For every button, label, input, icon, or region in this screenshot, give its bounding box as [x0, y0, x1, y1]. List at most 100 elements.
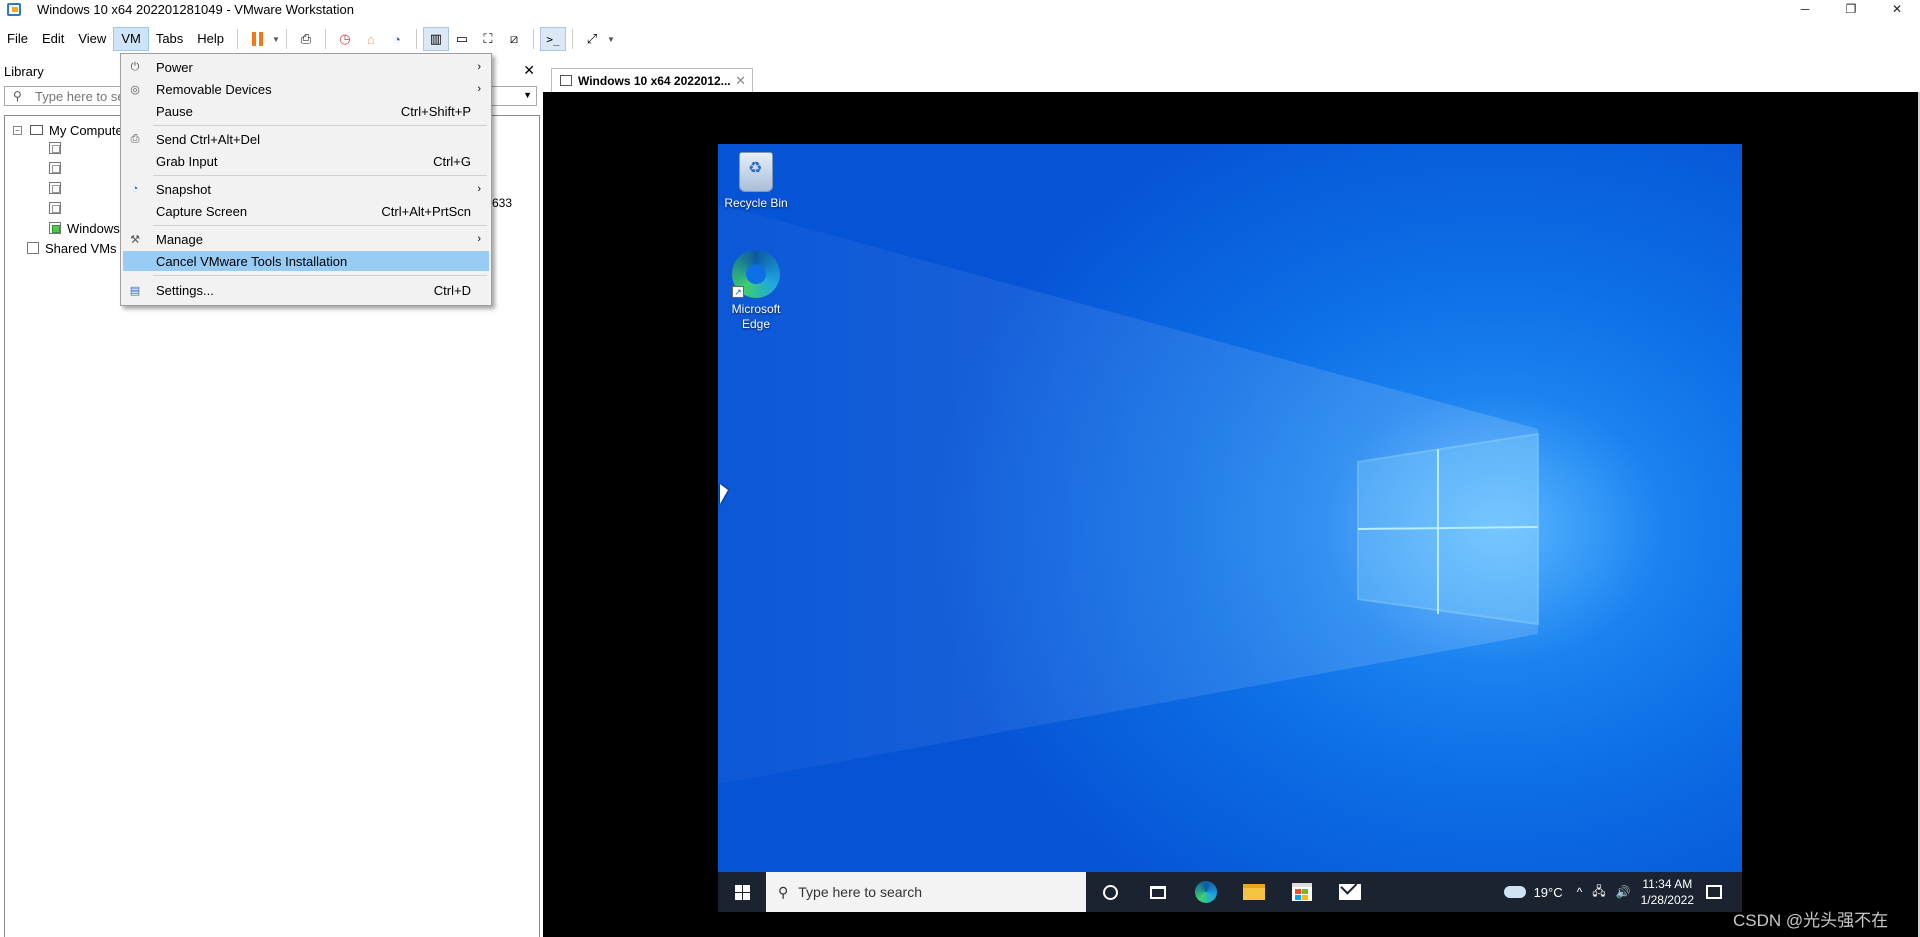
store-button[interactable] — [1278, 872, 1326, 912]
weather-cloud-icon[interactable] — [1503, 886, 1526, 898]
edge-icon: ↗ — [732, 250, 780, 298]
vm-menu-grab-input[interactable]: Grab Input Ctrl+G — [123, 151, 489, 171]
toolbar-separator — [285, 29, 287, 49]
vm-icon — [49, 162, 61, 174]
mouse-cursor-icon — [720, 484, 728, 504]
task-view-icon — [1150, 885, 1166, 899]
submenu-arrow-icon: › — [477, 183, 481, 195]
tree-item-my-computer[interactable]: − My Computer — [13, 121, 127, 139]
vm-menu-send-ctrl-alt-del[interactable]: ⎙ Send Ctrl+Alt+Del — [123, 129, 489, 149]
tree-item-vm[interactable] — [49, 139, 67, 157]
recycle-bin-label: Recycle Bin — [724, 196, 788, 210]
restore-button[interactable]: ❐ — [1828, 0, 1874, 18]
tree-item-label: Shared VMs — [45, 240, 117, 256]
vm-tab[interactable]: Windows 10 x64 2022012... ✕ — [551, 68, 753, 92]
mail-button[interactable] — [1326, 872, 1374, 912]
stretch-dropdown-icon[interactable]: ▼ — [607, 35, 615, 44]
menu-file[interactable]: File — [0, 27, 35, 51]
folder-icon — [1243, 884, 1265, 900]
tree-item-shared-vms[interactable]: Shared VMs — [27, 239, 117, 257]
running-vm-icon — [49, 222, 61, 234]
menu-tabs[interactable]: Tabs — [149, 27, 190, 51]
vm-menu-power[interactable]: ⏻ Power › — [123, 57, 489, 77]
snapshot-manager-button[interactable]: ◔ — [384, 27, 410, 51]
recycle-bin-desktop-icon[interactable]: Recycle Bin — [718, 152, 794, 211]
vm-menu-removable-devices[interactable]: ◎ Removable Devices › — [123, 79, 489, 99]
menu-separator — [153, 175, 487, 176]
shortcut-arrow-icon: ↗ — [732, 286, 744, 298]
start-button[interactable] — [718, 872, 766, 912]
edge-desktop-icon[interactable]: ↗ Microsoft Edge — [718, 250, 794, 332]
network-icon[interactable]: 🖧 — [1592, 882, 1605, 903]
close-button[interactable]: ✕ — [1874, 0, 1920, 18]
taskbar-edge-button[interactable] — [1182, 872, 1230, 912]
devices-icon: ◎ — [130, 83, 140, 96]
vm-menu-dropdown: ⏻ Power › ◎ Removable Devices › Pause Ct… — [120, 53, 492, 306]
library-icon: ▥ — [429, 31, 443, 46]
vm-tab-close-icon[interactable]: ✕ — [735, 73, 746, 89]
vm-menu-capture-screen[interactable]: Capture Screen Ctrl+Alt+PrtScn — [123, 201, 489, 221]
search-dropdown-icon[interactable]: ▼ — [523, 90, 532, 100]
fullscreen-icon: ⛶ — [483, 31, 493, 46]
revert-snapshot-button[interactable]: ⌂ — [358, 27, 384, 51]
tree-item-label: My Computer — [49, 122, 128, 138]
snapshot-icon: ◷ — [339, 31, 351, 46]
menu-view[interactable]: View — [71, 27, 113, 51]
truncated-text: 633 — [492, 196, 513, 210]
stretch-icon: ⤢ — [586, 31, 598, 46]
search-icon: ⚲ — [13, 89, 22, 103]
minimize-button[interactable]: ─ — [1782, 0, 1828, 18]
vm-icon — [49, 202, 61, 214]
vm-tab-strip: Windows 10 x64 2022012... ✕ — [543, 58, 1920, 92]
vmware-app-icon[interactable] — [7, 2, 21, 16]
vm-tab-icon — [560, 75, 572, 86]
taskbar-search-box[interactable]: ⚲ Type here to search — [766, 872, 1086, 912]
power-dropdown-icon[interactable]: ▼ — [272, 35, 280, 44]
cortana-button[interactable] — [1086, 872, 1134, 912]
toolbar-separator — [415, 29, 417, 49]
full-screen-button[interactable]: ⛶ — [475, 27, 501, 51]
vm-menu-pause[interactable]: Pause Ctrl+Shift+P — [123, 101, 489, 121]
send-ctrl-alt-del-button[interactable]: ⎙ — [293, 27, 319, 51]
weather-temperature[interactable]: 19°C — [1534, 885, 1563, 900]
tray-chevron-icon[interactable]: ^ — [1577, 885, 1583, 899]
taskbar-clock[interactable]: 11:34 AM 1/28/2022 — [1641, 876, 1694, 908]
vm-menu-settings[interactable]: ▤ Settings... Ctrl+D — [123, 280, 489, 300]
task-view-button[interactable] — [1134, 872, 1182, 912]
tree-item-vm[interactable] — [49, 159, 67, 177]
pause-button[interactable] — [244, 27, 270, 51]
library-close-icon[interactable]: ✕ — [523, 62, 535, 79]
wrench-icon: ⚒ — [130, 233, 140, 246]
file-explorer-button[interactable] — [1230, 872, 1278, 912]
menu-edit[interactable]: Edit — [35, 27, 71, 51]
stretch-guest-button[interactable]: ⤢ — [579, 27, 605, 51]
tree-item-vm[interactable] — [49, 199, 67, 217]
tree-item-vm[interactable] — [49, 179, 67, 197]
take-snapshot-button[interactable]: ◷ — [332, 27, 358, 51]
menu-separator — [153, 225, 487, 226]
submenu-arrow-icon: › — [477, 83, 481, 95]
search-icon: ⚲ — [778, 883, 789, 900]
console-icon: >_ — [546, 32, 560, 46]
guest-desktop[interactable]: Recycle Bin ↗ Microsoft Edge ⚲ Type here… — [718, 144, 1742, 912]
notifications-icon[interactable] — [1706, 885, 1722, 899]
clock-time: 11:34 AM — [1642, 877, 1693, 891]
menu-bar: File Edit View VM Tabs Help ▼ ⎙ ◷ ⌂ ◔ ▥ … — [0, 26, 1920, 52]
vm-menu-snapshot[interactable]: ◔ Snapshot › — [123, 179, 489, 199]
vm-menu-cancel-vmware-tools[interactable]: Cancel VMware Tools Installation — [123, 251, 489, 271]
vm-menu-manage[interactable]: ⚒ Manage › — [123, 229, 489, 249]
toolbar-separator — [237, 29, 239, 49]
edge-icon — [1195, 881, 1217, 903]
submenu-arrow-icon: › — [477, 61, 481, 73]
clock-date: 1/28/2022 — [1640, 893, 1694, 907]
show-library-button[interactable]: ▥ — [422, 27, 449, 51]
volume-icon[interactable]: 🔊 — [1616, 885, 1631, 899]
menu-vm[interactable]: VM — [113, 27, 149, 51]
console-view-button[interactable]: >_ — [539, 27, 566, 51]
unity-button[interactable]: ⧄ — [501, 27, 527, 51]
system-tray: 19°C ^ 🖧 🔊 11:34 AM 1/28/2022 — [1503, 872, 1742, 912]
collapse-icon[interactable]: − — [13, 125, 22, 135]
taskbar-search-placeholder: Type here to search — [798, 884, 923, 900]
thumbnail-bar-button[interactable]: ▭ — [449, 27, 475, 51]
menu-help[interactable]: Help — [190, 27, 231, 51]
